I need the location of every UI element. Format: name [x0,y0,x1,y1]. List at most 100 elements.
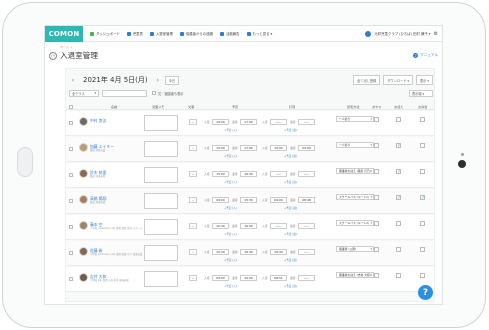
pickup-select[interactable]: 保護者 (父親) [336,246,374,252]
plan-in-input[interactable]: 15:00 [212,119,229,125]
plan-out-input[interactable]: 16:30 [240,171,257,177]
snack-checkbox[interactable] [374,117,379,122]
pickup-checkbox[interactable]: ✓ [396,143,401,149]
sort-select[interactable]: 表示順 ▾ [409,89,433,97]
plan-out-input[interactable]: 17:00 [240,119,257,125]
plan-in-input[interactable]: 10:40 [212,223,229,229]
absence-toggle[interactable]: - [189,249,197,255]
plan-in-input[interactable]: 09:00 [212,275,229,281]
nav-item[interactable]: ダッシュボード [90,31,120,36]
add-actual-link[interactable]: +予定 (退) [284,284,297,288]
today-button[interactable]: 今日 [164,75,180,85]
search-input[interactable]: ⌕ [102,89,147,97]
snack-checkbox[interactable] [374,273,379,278]
add-actual-link[interactable]: +予定 (退) [284,154,297,158]
lunch-checkbox[interactable] [420,247,425,252]
pickup-select[interactable]: スクールバス (ルート2) [336,220,374,226]
actual-out-input[interactable]: --:-- [298,119,315,125]
absence-toggle[interactable]: - [189,223,197,229]
memo-textarea[interactable] [144,193,178,209]
actual-out-input[interactable]: --:-- [298,249,315,255]
row-checkbox[interactable] [69,277,73,281]
gear-icon[interactable]: ⚙ [434,31,438,37]
nav-item[interactable]: 保護者からの連絡 [179,31,213,36]
plan-in-input[interactable]: 09:00 [212,197,229,203]
add-plan-link[interactable]: +予定 (入) [224,284,237,288]
home-button[interactable] [17,147,33,177]
lunch-checkbox[interactable] [420,221,425,226]
actual-out-input[interactable]: --:-- [298,171,315,177]
show-absent-checkbox[interactable] [152,91,156,95]
facility-selector[interactable]: 元町児童クラブ (ひろば) 田村 謙子 ▾ [374,31,430,36]
pickup-checkbox[interactable] [396,247,401,252]
nav-item[interactable]: 活動報告 [219,31,240,36]
memo-textarea[interactable] [144,167,178,183]
actual-in-input[interactable]: 16:30 [270,249,287,255]
pickup-checkbox[interactable] [396,273,401,278]
actual-in-input[interactable]: --:-- [270,119,287,125]
add-plan-link[interactable]: +予定 (入) [224,180,237,184]
snack-checkbox[interactable] [374,169,379,174]
add-plan-link[interactable]: +予定 (入) [224,232,237,236]
row-checkbox[interactable] [69,225,73,229]
select-all-checkbox[interactable] [69,105,73,109]
memo-textarea[interactable] [144,271,178,287]
help-button[interactable]: ? [418,285,433,300]
actual-in-input[interactable]: 08:51 [270,275,287,281]
row-checkbox[interactable] [69,121,73,125]
actual-out-input[interactable]: 08:48 [298,197,315,203]
row-checkbox[interactable] [69,147,73,151]
row-checkbox[interactable] [69,173,73,177]
memo-textarea[interactable] [144,245,178,261]
lunch-checkbox[interactable] [420,273,425,278]
absence-toggle[interactable]: - [189,275,197,281]
nav-item[interactable]: 児童表 [126,31,143,36]
add-actual-link[interactable]: +予定 (退) [284,232,297,236]
plan-in-input[interactable]: 15:00 [212,145,229,151]
nav-item[interactable]: もっと見る ▾ [246,31,272,36]
add-plan-link[interactable]: +予定 (入) [224,258,237,262]
plan-out-input[interactable]: 15:30 [240,197,257,203]
plan-out-input[interactable]: 17:00 [240,145,257,151]
pickup-select[interactable]: 保護者お迎え (吉井 大和) [336,272,374,278]
pickup-select[interactable]: スクールバス (ルート1) [336,194,374,200]
actual-out-input[interactable]: --:-- [298,223,315,229]
add-plan-link[interactable]: +予定 (入) [224,128,237,132]
plan-out-input[interactable]: 16:00 [240,223,257,229]
pickup-checkbox[interactable] [396,221,401,226]
prev-day-arrow-icon[interactable]: ‹ [69,77,77,84]
lunch-checkbox[interactable] [420,143,425,148]
actual-in-input[interactable]: 15:00 [270,145,287,151]
snack-checkbox[interactable] [374,143,379,148]
lunch-checkbox[interactable] [420,169,425,174]
absence-toggle[interactable]: - [189,119,197,125]
add-plan-link[interactable]: +予定 (入) [224,154,237,158]
pickup-checkbox[interactable]: ✓ [396,195,401,201]
actual-in-input[interactable]: --:-- [270,223,287,229]
lunch-checkbox[interactable]: ✓ [420,195,425,201]
display-button[interactable]: 表示 ▾ [416,75,433,85]
snack-checkbox[interactable] [374,247,379,252]
actual-in-input[interactable]: 09:00 [270,197,287,203]
breadcrumb[interactable]: ホーム > [60,45,440,49]
bulk-register-button[interactable]: 全て出し登録 [353,75,381,85]
snack-checkbox[interactable] [374,221,379,226]
add-actual-link[interactable]: +予定 (退) [284,258,297,262]
add-plan-link[interactable]: +予定 (入) [224,206,237,210]
next-day-arrow-icon[interactable]: › [154,77,162,84]
memo-textarea[interactable] [144,141,178,157]
child-name[interactable]: 中村 悠汰 [90,118,106,124]
absence-toggle[interactable]: - [189,171,197,177]
nav-item[interactable]: 入退室管理 [149,31,173,36]
pickup-select[interactable]: 一人帰り [336,116,374,122]
plan-out-input[interactable]: 15:00 [240,275,257,281]
memo-textarea[interactable] [144,115,178,131]
actual-out-input[interactable]: 09:09 [298,145,315,151]
add-actual-link[interactable]: +予定 (退) [284,180,297,184]
manual-link[interactable]: ? マニュアル [413,53,438,58]
snack-checkbox[interactable] [374,195,379,200]
class-select[interactable]: 全クラス ▾ [69,89,99,97]
plan-in-input[interactable]: 15:00 [212,171,229,177]
actual-out-input[interactable]: --:-- [298,275,315,281]
absence-toggle[interactable]: - [189,145,197,151]
